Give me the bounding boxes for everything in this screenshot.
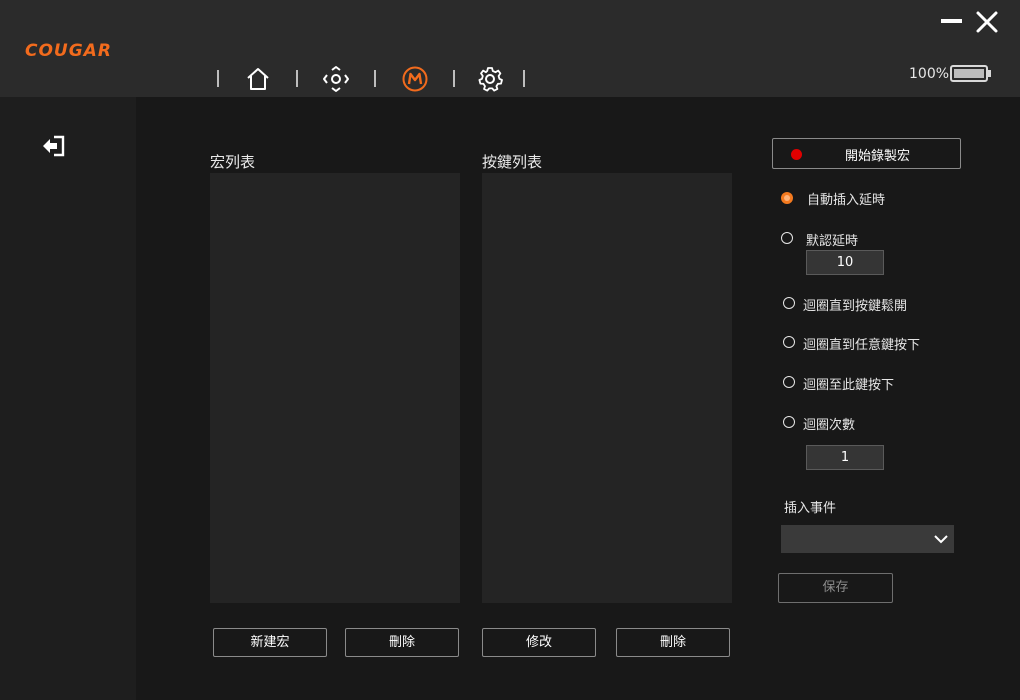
loop-until-this-key-label[interactable]: 迴圈至此鍵按下	[803, 374, 894, 393]
nav-separator	[374, 70, 376, 87]
start-recording-button[interactable]: 開始錄製宏	[772, 138, 961, 169]
top-bar: COUGAR 100%	[0, 0, 1020, 97]
delete-key-button[interactable]: 刪除	[616, 628, 730, 657]
key-list-title: 按鍵列表	[482, 153, 543, 171]
battery-tip	[988, 70, 991, 77]
cougar-logo: COUGAR	[25, 41, 112, 61]
nav-separator	[296, 70, 298, 87]
auto-delay-label[interactable]: 自動插入延時	[807, 189, 885, 208]
save-button[interactable]: 保存	[778, 573, 893, 603]
dpi-crosshair-icon[interactable]	[322, 65, 350, 93]
radio-auto-delay[interactable]	[781, 192, 793, 204]
nav-separator	[453, 70, 455, 87]
start-recording-label: 開始錄製宏	[845, 149, 911, 164]
battery-percent: 100%	[909, 66, 950, 82]
insert-event-label: 插入事件	[784, 501, 837, 516]
loop-count-input[interactable]	[806, 445, 884, 470]
macro-list[interactable]	[210, 173, 460, 603]
default-delay-input[interactable]	[806, 250, 884, 275]
nav-separator	[217, 70, 219, 87]
loop-until-any-key-label[interactable]: 迴圈直到任意鍵按下	[803, 334, 920, 353]
insert-event-select[interactable]	[781, 525, 954, 553]
loop-count-label[interactable]: 迴圈次數	[803, 414, 855, 433]
chevron-down-icon	[934, 535, 948, 544]
nav-separator	[523, 70, 525, 87]
home-icon[interactable]	[244, 65, 272, 93]
key-list[interactable]	[482, 173, 732, 603]
delete-macro-button[interactable]: 刪除	[345, 628, 459, 657]
gear-icon[interactable]	[476, 65, 504, 93]
radio-loop-until-this-key[interactable]	[783, 376, 795, 388]
sidebar	[0, 97, 136, 700]
macro-list-title: 宏列表	[210, 153, 256, 171]
minimize-icon[interactable]	[941, 19, 962, 23]
radio-default-delay[interactable]	[781, 232, 793, 244]
record-dot-icon	[791, 149, 802, 160]
radio-loop-count[interactable]	[783, 416, 795, 428]
radio-loop-until-release[interactable]	[783, 297, 795, 309]
radio-loop-until-any-key[interactable]	[783, 336, 795, 348]
loop-until-release-label[interactable]: 迴圈直到按鍵鬆開	[803, 295, 907, 314]
macro-m-icon[interactable]	[401, 65, 429, 93]
logout-icon[interactable]	[42, 135, 66, 157]
default-delay-label[interactable]: 默認延時	[806, 230, 858, 249]
close-icon[interactable]	[975, 10, 999, 34]
battery-icon	[950, 65, 988, 82]
new-macro-button[interactable]: 新建宏	[213, 628, 327, 657]
battery-level	[954, 69, 984, 78]
edit-key-button[interactable]: 修改	[482, 628, 596, 657]
